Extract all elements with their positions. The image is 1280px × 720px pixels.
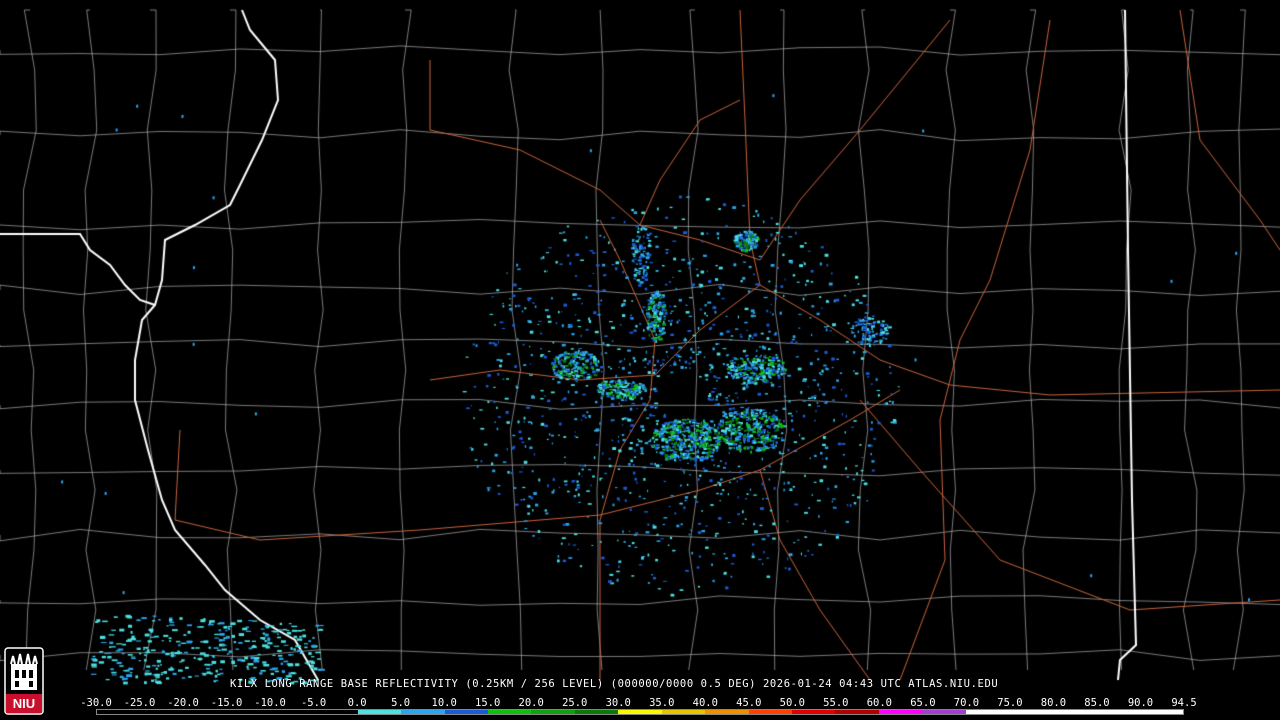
- scale-swatch: [618, 710, 662, 714]
- scale-label: 40.0: [692, 697, 718, 709]
- scale-label: -30.0: [80, 697, 112, 709]
- scale-label: 70.0: [953, 697, 980, 709]
- scale-label: 10.0: [431, 697, 457, 709]
- scale-label: 60.0: [866, 697, 893, 709]
- scale-label: 0.0: [347, 697, 367, 709]
- scale-label: 35.0: [649, 697, 675, 709]
- scale-label: 15.0: [475, 697, 501, 709]
- scale-label: 85.0: [1084, 697, 1110, 709]
- scale-swatch: [792, 710, 836, 714]
- scale-label: -25.0: [123, 697, 156, 709]
- scale-swatch: [531, 710, 575, 714]
- scale-swatch: [270, 710, 315, 714]
- scale-label: 65.0: [910, 697, 936, 709]
- scale-label: 20.0: [518, 697, 544, 709]
- scale-label: 90.0: [1127, 697, 1154, 709]
- scale-swatch: [661, 710, 706, 714]
- scale-swatch: [878, 710, 923, 714]
- scale-swatch: [357, 710, 402, 714]
- radar-map: [0, 0, 1280, 720]
- scale-swatch: [1096, 710, 1140, 714]
- scale-label: 55.0: [823, 697, 849, 709]
- scale-swatch: [227, 710, 271, 714]
- scale-swatch: [1139, 710, 1183, 714]
- scale-label: 94.5: [1171, 697, 1197, 709]
- niu-logo-icon: NIU: [4, 647, 44, 715]
- color-scale-bar: [96, 709, 1184, 715]
- scale-label: 25.0: [562, 697, 588, 709]
- scale-label: 5.0: [391, 697, 411, 709]
- scale-label: -5.0: [300, 697, 327, 709]
- scale-swatch: [487, 710, 532, 714]
- scale-swatch: [183, 710, 228, 714]
- scale-label: 75.0: [997, 697, 1023, 709]
- scale-swatch: [1052, 710, 1097, 714]
- scale-label: -20.0: [167, 697, 199, 709]
- scale-swatch: [835, 710, 879, 714]
- scale-swatch: [705, 710, 749, 714]
- logo-text: NIU: [13, 696, 35, 711]
- scale-label: 30.0: [605, 697, 631, 709]
- scale-label: -15.0: [210, 697, 243, 709]
- scale-swatch: [314, 710, 358, 714]
- scale-swatch: [1009, 710, 1053, 714]
- scale-swatch: [922, 710, 966, 714]
- scale-swatch: [444, 710, 488, 714]
- scale-label: 80.0: [1040, 697, 1067, 709]
- scale-label: -10.0: [254, 697, 286, 709]
- scale-swatch: [748, 710, 792, 714]
- scale-swatch: [401, 710, 445, 714]
- scale-labels: -30.0 -25.0 -20.0 -15.0 -10.0 -5.0 0.0 5.0 10.0 1…: [80, 697, 1196, 709]
- scale-swatch: [97, 710, 141, 714]
- product-caption: KILX LONG RANGE BASE REFLECTIVITY (0.25K…: [230, 678, 999, 690]
- scale-swatch: [965, 710, 1010, 714]
- scale-swatch: [574, 710, 619, 714]
- scale-label: 45.0: [736, 697, 762, 709]
- scale-swatch: [140, 710, 184, 714]
- scale-label: 50.0: [779, 697, 805, 709]
